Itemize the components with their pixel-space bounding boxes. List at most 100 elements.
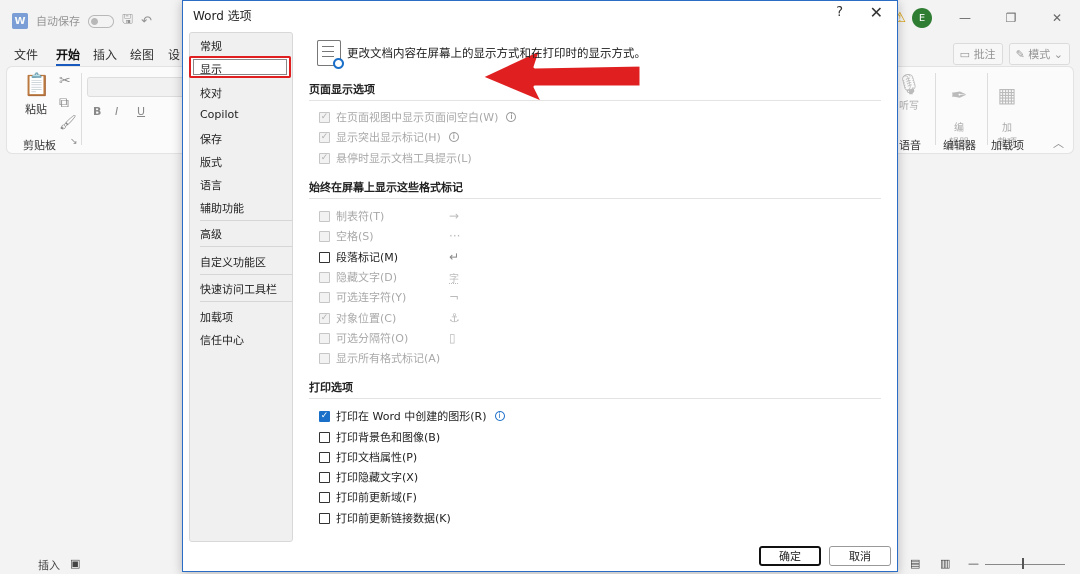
tab-insert[interactable]: 插入	[93, 46, 117, 63]
checkbox[interactable]	[319, 251, 330, 263]
checkbox[interactable]: ✓	[319, 111, 330, 123]
cancel-button[interactable]: 取消	[829, 546, 891, 566]
web-view-icon[interactable]: ▥	[940, 557, 950, 570]
checkbox[interactable]: ✓	[319, 312, 330, 324]
autosave-toggle[interactable]	[88, 14, 114, 28]
option-show-highlighter[interactable]: ✓ 显示突出显示标记(H) i	[319, 129, 459, 145]
checkbox[interactable]: ✓	[319, 410, 330, 422]
option-print-drawings[interactable]: ✓ 打印在 Word 中创建的图形(R) i	[319, 408, 505, 424]
accessibility-icon[interactable]: ▣	[70, 557, 80, 570]
panel-description: 更改文档内容在屏幕上的显示方式和在打印时的显示方式。	[347, 46, 646, 60]
display-settings-icon	[317, 40, 344, 69]
checkbox[interactable]	[319, 291, 330, 303]
option-update-fields[interactable]: 打印前更新域(F)	[319, 489, 417, 505]
option-label: 打印背景色和图像(B)	[336, 431, 441, 444]
tab-file[interactable]: 文件	[14, 46, 38, 63]
font-name-box[interactable]	[87, 77, 187, 97]
nav-divider	[200, 220, 292, 221]
checkbox[interactable]	[319, 352, 330, 364]
option-object-anchors[interactable]: ✓ 对象位置(C) ⚓	[319, 310, 519, 326]
tab-design[interactable]: 设	[168, 46, 180, 63]
tab-draw[interactable]: 绘图	[130, 46, 154, 63]
option-hidden-text[interactable]: 隐藏文字(D) 字	[319, 269, 519, 285]
option-print-background[interactable]: 打印背景色和图像(B)	[319, 429, 440, 445]
clipboard-group-label: 剪贴板	[23, 139, 56, 152]
option-tab-characters[interactable]: 制表符(T) →	[319, 208, 519, 224]
tab-home[interactable]: 开始	[56, 46, 81, 66]
hyphen-mark-icon: ¬	[449, 290, 460, 304]
nav-item-proofing[interactable]: 校对	[200, 85, 222, 101]
comments-button[interactable]: ▭ 批注	[952, 43, 1003, 65]
option-label: 可选分隔符(O)	[336, 332, 409, 345]
insert-mode-label[interactable]: 插入	[38, 557, 60, 573]
italic-icon[interactable]: I	[115, 105, 118, 118]
paste-icon[interactable]: 📋	[23, 73, 50, 98]
checkbox[interactable]	[319, 491, 330, 503]
zoom-out-icon[interactable]: —	[968, 557, 979, 570]
close-icon[interactable]: ✕	[870, 3, 883, 22]
minimize-icon[interactable]: —	[942, 11, 988, 25]
nav-item-addins[interactable]: 加载项	[200, 309, 233, 325]
option-spaces[interactable]: 空格(S) ···	[319, 228, 519, 244]
help-icon[interactable]: ?	[836, 5, 843, 20]
title-bar-right: ⚠ E — ❐ ✕	[893, 8, 1080, 28]
restore-icon[interactable]: ❐	[988, 11, 1034, 25]
option-print-properties[interactable]: 打印文档属性(P)	[319, 449, 417, 465]
checkbox[interactable]	[319, 332, 330, 344]
checkbox[interactable]: ✓	[319, 131, 330, 143]
nav-item-save[interactable]: 保存	[200, 131, 222, 147]
option-label: 在页面视图中显示页面间空白(W)	[336, 111, 499, 124]
nav-item-customize-ribbon[interactable]: 自定义功能区	[200, 254, 266, 270]
option-show-whitespace[interactable]: ✓ 在页面视图中显示页面间空白(W) i	[319, 109, 517, 125]
info-icon[interactable]: i	[448, 132, 459, 142]
bold-icon[interactable]: B	[93, 105, 101, 118]
checkbox[interactable]	[319, 431, 330, 443]
save-icon[interactable]: 🖫	[122, 10, 133, 32]
nav-item-layout[interactable]: 版式	[200, 154, 222, 170]
option-label: 打印在 Word 中创建的图形(R)	[336, 410, 487, 423]
nav-divider	[200, 246, 292, 247]
mode-button[interactable]: ✎ 模式 ⌄	[1008, 43, 1070, 65]
nav-item-trust-center[interactable]: 信任中心	[200, 332, 244, 348]
nav-item-advanced[interactable]: 高级	[200, 226, 222, 242]
nav-item-language[interactable]: 语言	[200, 177, 222, 193]
nav-item-accessibility[interactable]: 辅助功能	[200, 200, 244, 216]
option-update-links[interactable]: 打印前更新链接数据(K)	[319, 510, 451, 526]
paste-label[interactable]: 粘贴	[25, 101, 47, 117]
window-close-icon[interactable]: ✕	[1034, 11, 1080, 25]
undo-icon[interactable]: ↶	[141, 14, 152, 29]
clipboard-launcher-icon[interactable]: ↘	[70, 137, 78, 147]
checkbox[interactable]	[319, 271, 330, 283]
info-icon[interactable]: i	[494, 411, 505, 421]
option-optional-breaks[interactable]: 可选分隔符(O) ▯	[319, 330, 519, 346]
ok-button[interactable]: 确定	[759, 546, 821, 566]
view-icon[interactable]: ▤	[910, 557, 920, 570]
copy-icon[interactable]: ⧉	[59, 95, 69, 111]
paragraph-mark-icon: ↵	[449, 250, 460, 264]
zoom-slider-track[interactable]	[985, 564, 1065, 565]
cut-icon[interactable]: ✂	[59, 73, 71, 89]
checkbox[interactable]	[319, 512, 330, 524]
checkbox[interactable]	[319, 471, 330, 483]
section-divider	[309, 100, 881, 101]
checkbox[interactable]	[319, 210, 330, 222]
format-painter-icon[interactable]: 🖌	[59, 115, 77, 131]
option-show-tooltips[interactable]: ✓ 悬停时显示文档工具提示(L)	[319, 150, 472, 166]
nav-item-general[interactable]: 常规	[200, 38, 222, 54]
zoom-slider-thumb[interactable]	[1022, 558, 1024, 569]
option-show-all-marks[interactable]: 显示所有格式标记(A)	[319, 350, 440, 366]
checkbox[interactable]: ✓	[319, 152, 330, 164]
avatar[interactable]: E	[912, 8, 932, 28]
underline-icon[interactable]: U	[137, 105, 145, 118]
checkbox[interactable]	[319, 230, 330, 242]
checkbox[interactable]	[319, 451, 330, 463]
option-print-hidden-text[interactable]: 打印隐藏文字(X)	[319, 469, 418, 485]
nav-item-quick-access-toolbar[interactable]: 快速访问工具栏	[200, 281, 277, 297]
collapse-ribbon-icon[interactable]: ︿	[1053, 135, 1064, 151]
nav-item-copilot[interactable]: Copilot	[200, 108, 239, 121]
option-paragraph-marks[interactable]: 段落标记(M) ↵	[319, 249, 519, 265]
nav-item-display[interactable]: 显示	[189, 56, 291, 78]
nav-divider	[200, 274, 292, 275]
option-optional-hyphens[interactable]: 可选连字符(Y) ¬	[319, 289, 519, 305]
info-icon[interactable]: i	[506, 112, 517, 122]
